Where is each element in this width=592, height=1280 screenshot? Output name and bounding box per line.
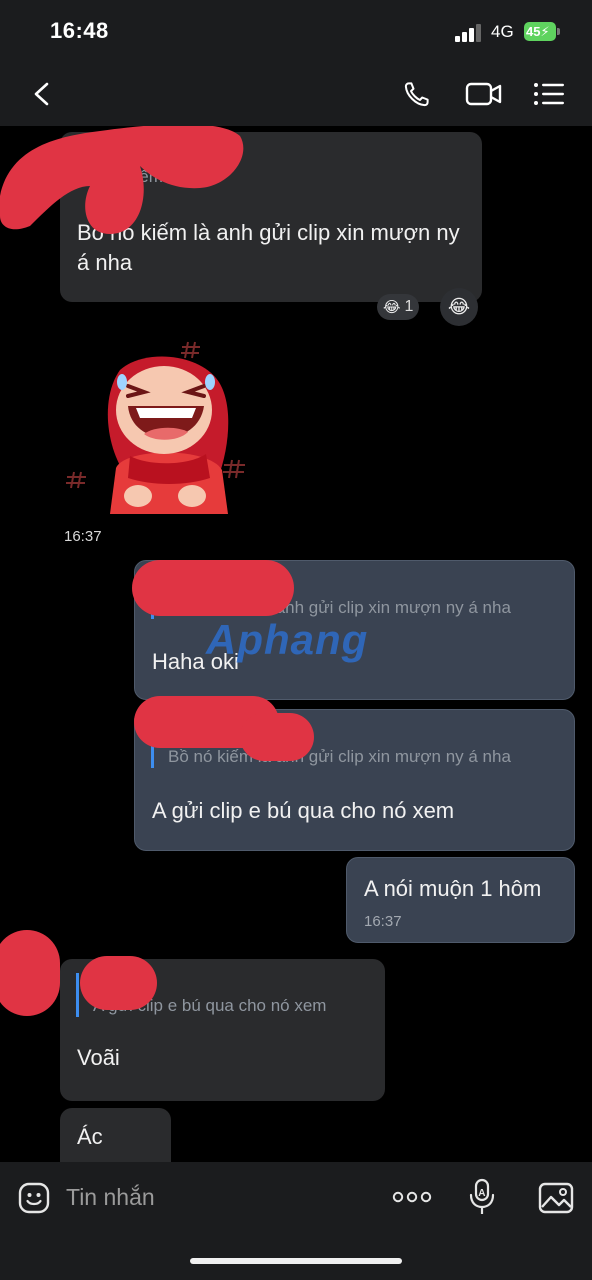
image-gallery-icon	[538, 1182, 574, 1214]
voice-mic-icon: A	[469, 1178, 495, 1214]
phone-icon	[404, 82, 429, 107]
message-text: Voãi	[77, 1045, 120, 1070]
redaction-block	[0, 930, 60, 1016]
reaction-count: 1	[404, 298, 414, 315]
voice-message-button[interactable]: A	[464, 1176, 500, 1218]
signal-icon	[455, 24, 481, 42]
more-dots-icon	[392, 1191, 432, 1203]
list-menu-icon	[534, 83, 564, 105]
message-text: Ác	[77, 1124, 103, 1149]
battery-level: 45	[526, 24, 541, 39]
add-reaction-button[interactable]: 😂	[440, 288, 478, 326]
quote-text: Bồ nó kiếm là anh gửi clip xin mượn ny á…	[168, 747, 511, 766]
back-arrow-icon	[34, 82, 49, 106]
status-time: 16:48	[50, 18, 109, 43]
laughing-girl-sticker[interactable]	[58, 338, 258, 518]
network-label: 4G	[491, 22, 514, 41]
emoji-smile-icon	[18, 1182, 50, 1214]
message-list[interactable]: Qua đêm nhoa Bồ nó kiếm là anh gửi clip …	[0, 126, 592, 1162]
laughing-emoji-icon: 😂	[383, 299, 401, 316]
image-gallery-button[interactable]	[536, 1178, 576, 1218]
back-button[interactable]	[22, 74, 62, 114]
emoji-button[interactable]	[14, 1178, 54, 1218]
chat-header	[0, 62, 592, 126]
video-camera-icon	[465, 82, 502, 106]
laughing-emoji-icon: 😂	[447, 296, 471, 318]
battery-icon: 45⚡	[524, 22, 560, 41]
watermark: Aphang	[206, 616, 369, 663]
message-input[interactable]	[66, 1180, 366, 1214]
video-call-button[interactable]	[462, 74, 506, 114]
message-bubble[interactable]: A nói muộn 1 hôm 16:37	[346, 857, 575, 943]
menu-button[interactable]	[529, 74, 569, 114]
composer-bar: A	[0, 1162, 592, 1280]
redaction-block	[80, 956, 157, 1010]
redaction-scribble	[0, 126, 244, 234]
more-options-button[interactable]	[390, 1182, 434, 1212]
message-text: A nói muộn 1 hôm	[364, 876, 542, 901]
status-bar: 16:48 4G 45⚡	[0, 0, 592, 62]
redaction-block	[240, 713, 314, 761]
svg-text:A: A	[478, 1188, 485, 1199]
message-bubble[interactable]: Ác	[60, 1108, 171, 1162]
reaction-pill[interactable]: 😂 1	[377, 294, 420, 320]
message-time: 16:37	[364, 913, 402, 930]
message-time: 16:37	[64, 528, 102, 545]
home-indicator[interactable]	[190, 1258, 402, 1264]
message-text: A gửi clip e bú qua cho nó xem	[152, 798, 455, 823]
redaction-block	[132, 560, 294, 616]
voice-call-button[interactable]	[397, 74, 437, 114]
